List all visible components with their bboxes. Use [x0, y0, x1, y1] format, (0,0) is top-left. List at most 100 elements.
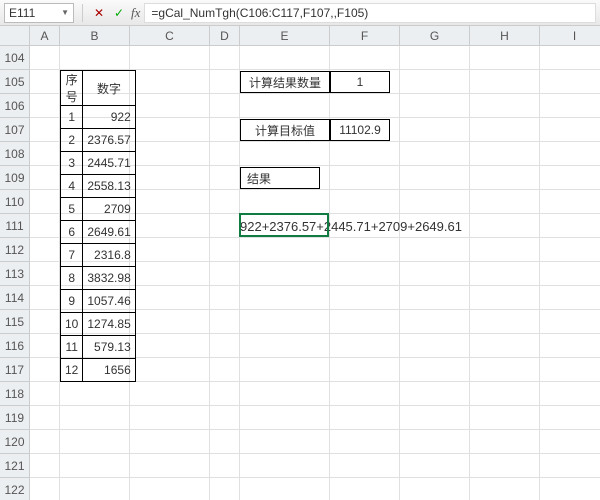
- cell[interactable]: [400, 382, 470, 406]
- cell[interactable]: [470, 214, 540, 238]
- cell[interactable]: [330, 406, 400, 430]
- cell[interactable]: [210, 70, 240, 94]
- cell[interactable]: [330, 478, 400, 500]
- table-cell-num[interactable]: 922: [83, 106, 135, 129]
- cell[interactable]: [330, 238, 400, 262]
- cell[interactable]: [210, 94, 240, 118]
- cell[interactable]: [240, 94, 330, 118]
- name-box[interactable]: E111 ▼: [4, 3, 74, 23]
- cell[interactable]: [210, 142, 240, 166]
- cell[interactable]: [210, 46, 240, 70]
- cell[interactable]: [240, 262, 330, 286]
- cell[interactable]: [330, 190, 400, 214]
- cell[interactable]: [400, 286, 470, 310]
- row-header-109[interactable]: 109: [0, 166, 30, 190]
- cell[interactable]: [470, 190, 540, 214]
- cell[interactable]: [470, 406, 540, 430]
- cell[interactable]: [400, 478, 470, 500]
- cell[interactable]: [130, 70, 210, 94]
- cell[interactable]: [330, 334, 400, 358]
- table-cell-seq[interactable]: 1: [61, 106, 83, 129]
- col-header-A[interactable]: A: [30, 26, 60, 46]
- cell[interactable]: [240, 430, 330, 454]
- cell[interactable]: [130, 46, 210, 70]
- cell[interactable]: [240, 310, 330, 334]
- cell[interactable]: [330, 262, 400, 286]
- cell[interactable]: [60, 406, 130, 430]
- cell[interactable]: [540, 382, 600, 406]
- cell[interactable]: [240, 190, 330, 214]
- cell[interactable]: [130, 454, 210, 478]
- table-cell-seq[interactable]: 2: [61, 129, 83, 152]
- cell[interactable]: [470, 382, 540, 406]
- cell[interactable]: [540, 94, 600, 118]
- cell[interactable]: [30, 94, 60, 118]
- cell[interactable]: [470, 238, 540, 262]
- row-header-106[interactable]: 106: [0, 94, 30, 118]
- cell[interactable]: [210, 166, 240, 190]
- cell[interactable]: [400, 118, 470, 142]
- row-header-108[interactable]: 108: [0, 142, 30, 166]
- table-cell-num[interactable]: 2445.71: [83, 152, 135, 175]
- cell[interactable]: [330, 454, 400, 478]
- table-cell-seq[interactable]: 9: [61, 290, 83, 313]
- cell[interactable]: [30, 382, 60, 406]
- cell[interactable]: [30, 238, 60, 262]
- cell[interactable]: [30, 118, 60, 142]
- row-header-120[interactable]: 120: [0, 430, 30, 454]
- fx-icon[interactable]: fx: [131, 5, 140, 21]
- formula-input[interactable]: =gCal_NumTgh(C106:C117,F107,,F105): [144, 3, 596, 23]
- table-cell-seq[interactable]: 12: [61, 359, 83, 382]
- cell[interactable]: [400, 406, 470, 430]
- cell[interactable]: [30, 46, 60, 70]
- cell[interactable]: [240, 382, 330, 406]
- cell[interactable]: [240, 478, 330, 500]
- cell[interactable]: [330, 358, 400, 382]
- cell[interactable]: [470, 94, 540, 118]
- col-header-D[interactable]: D: [210, 26, 240, 46]
- cell[interactable]: [470, 454, 540, 478]
- cell[interactable]: [210, 238, 240, 262]
- cell[interactable]: [540, 430, 600, 454]
- cell[interactable]: [60, 46, 130, 70]
- col-header-H[interactable]: H: [470, 26, 540, 46]
- cell[interactable]: [130, 406, 210, 430]
- cell[interactable]: [470, 334, 540, 358]
- cell[interactable]: [30, 430, 60, 454]
- cell[interactable]: [400, 46, 470, 70]
- row-header-115[interactable]: 115: [0, 310, 30, 334]
- cell[interactable]: [210, 286, 240, 310]
- cell[interactable]: [540, 310, 600, 334]
- cell[interactable]: [240, 46, 330, 70]
- cell[interactable]: [130, 214, 210, 238]
- cell[interactable]: [330, 142, 400, 166]
- row-header-121[interactable]: 121: [0, 454, 30, 478]
- cell[interactable]: [470, 310, 540, 334]
- cell[interactable]: [400, 94, 470, 118]
- cell[interactable]: [130, 94, 210, 118]
- cell[interactable]: [210, 190, 240, 214]
- cell[interactable]: [130, 190, 210, 214]
- table-cell-num[interactable]: 2558.13: [83, 175, 135, 198]
- cell[interactable]: [540, 142, 600, 166]
- cell[interactable]: [130, 118, 210, 142]
- table-cell-num[interactable]: 2316.8: [83, 244, 135, 267]
- cell[interactable]: [330, 286, 400, 310]
- table-cell-num[interactable]: 3832.98: [83, 267, 135, 290]
- cell[interactable]: [210, 382, 240, 406]
- cell[interactable]: [130, 382, 210, 406]
- cell[interactable]: [30, 358, 60, 382]
- cell[interactable]: [470, 142, 540, 166]
- col-header-F[interactable]: F: [330, 26, 400, 46]
- cell[interactable]: [210, 262, 240, 286]
- cell[interactable]: [470, 262, 540, 286]
- cell[interactable]: [540, 190, 600, 214]
- row-header-107[interactable]: 107: [0, 118, 30, 142]
- table-cell-num[interactable]: 2376.57: [83, 129, 135, 152]
- cell[interactable]: [240, 454, 330, 478]
- cell[interactable]: [60, 382, 130, 406]
- cell[interactable]: [470, 46, 540, 70]
- cell[interactable]: [400, 70, 470, 94]
- row-header-112[interactable]: 112: [0, 238, 30, 262]
- cell[interactable]: [30, 478, 60, 500]
